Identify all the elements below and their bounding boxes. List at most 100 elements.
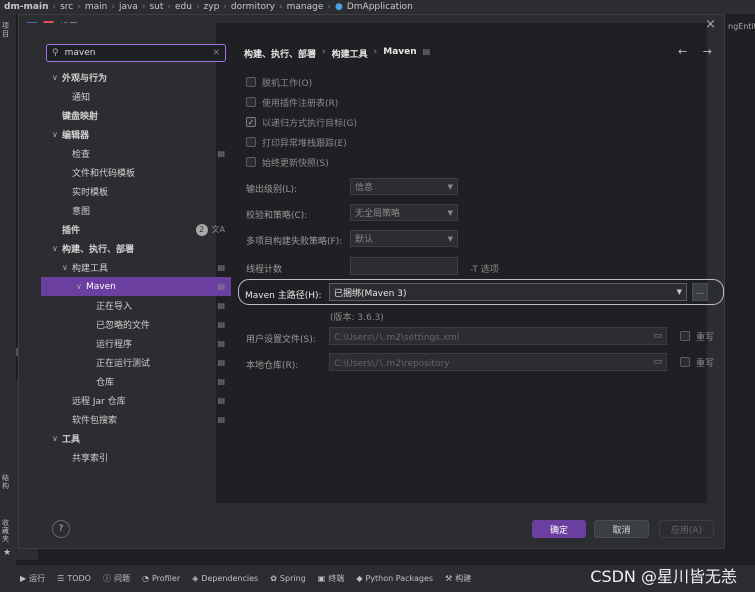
tree-item[interactable]: 键盘映射 (41, 106, 231, 125)
breadcrumb-item[interactable]: dm-main (4, 2, 49, 12)
build-icon: ⚒ (445, 574, 453, 583)
tree-item[interactable]: 运行程序 ▤ (41, 334, 231, 353)
chevron-down-icon[interactable]: ∨ (52, 244, 62, 253)
project-scope-icon: ▤ (422, 47, 431, 56)
problems-tool-button[interactable]: ⓘ 问题 (103, 573, 130, 584)
tree-item[interactable]: 实时模板 (41, 182, 231, 201)
chevron-down-icon[interactable]: ∨ (62, 263, 72, 272)
project-scope-icon: ▤ (217, 282, 225, 291)
favorites-tool-label[interactable]: 收藏夹 (2, 519, 12, 543)
chevron-down-icon[interactable]: ∨ (52, 73, 62, 82)
watermark: CSDN @星川皆无恙 (590, 567, 737, 586)
user-settings-label: 用户设置文件(S): (246, 335, 316, 345)
ok-button[interactable]: 确定 (532, 520, 586, 538)
dependencies-tool-button[interactable]: ◈ Dependencies (192, 574, 258, 583)
local-repo-input[interactable]: C:\Users\八.m2\repository ▭ (329, 353, 667, 371)
tree-item[interactable]: ∨ 构建、执行、部署 (41, 239, 231, 258)
recursive-goals-checkbox[interactable]: ✓ 以递归方式执行目标(G) (246, 114, 357, 130)
run-icon: ▶ (20, 574, 27, 583)
work-offline-checkbox[interactable]: 脱机工作(O) (246, 74, 312, 90)
tree-item-label: 工具 (62, 435, 81, 445)
breadcrumb-item[interactable]: sut (149, 2, 163, 12)
breadcrumb-item[interactable]: DmApplication (347, 2, 413, 12)
tree-item[interactable]: 意图 (41, 201, 231, 220)
structure-tool-label[interactable]: 结构 (2, 474, 12, 490)
clear-search-icon[interactable]: × (212, 48, 220, 58)
multiproject-failure-select[interactable]: 默认 ▼ (350, 230, 458, 247)
tree-item[interactable]: 文件和代码模板 (41, 163, 231, 182)
breadcrumb-item[interactable]: zyp (204, 2, 220, 12)
chevron-down-icon[interactable]: ∨ (76, 282, 86, 291)
build-tool-button[interactable]: ⚒ 构建 (445, 573, 471, 584)
tree-item[interactable]: 已忽略的文件 ▤ (41, 315, 231, 334)
tree-item-label: 已忽略的文件 (96, 321, 151, 331)
breadcrumb-item[interactable]: java (119, 2, 138, 12)
project-scope-icon: ▤ (217, 320, 225, 329)
history-nav-icon[interactable]: ← → (678, 45, 718, 58)
maven-home-select[interactable]: 已捆绑(Maven 3) ▼ (329, 283, 687, 301)
tree-item-label: 仓库 (96, 378, 115, 388)
folder-icon[interactable]: ▭ (653, 331, 662, 341)
tree-item-label: 实时模板 (72, 188, 109, 198)
tree-item[interactable]: 检查 ▤ (41, 144, 231, 163)
settings-breadcrumb: 构建、执行、部署 › 构建工具 › Maven ▤ (244, 47, 431, 60)
tree-item[interactable]: ∨ 构建工具 ▤ (41, 258, 231, 277)
maven-home-label: Maven 主路径(H): (245, 291, 322, 301)
tree-item[interactable]: ∨ 编辑器 (41, 125, 231, 144)
breadcrumb-item[interactable]: main (85, 2, 108, 12)
tree-item[interactable]: ∨ 外观与行为 (41, 68, 231, 87)
override-repo-checkbox[interactable]: 重写 (680, 354, 714, 370)
checkbox-box (246, 77, 256, 87)
profiler-icon: ◔ (141, 574, 149, 583)
todo-tool-button[interactable]: ☰ TODO (57, 574, 91, 583)
update-snapshots-checkbox[interactable]: 始终更新快照(S) (246, 154, 329, 170)
maven-version-text: (版本: 3.6.3) (330, 313, 384, 323)
cancel-button[interactable]: 取消 (594, 520, 649, 538)
print-stacktrace-checkbox[interactable]: 打印异常堆栈跟踪(E) (246, 134, 347, 150)
folder-icon[interactable]: ▭ (653, 357, 662, 367)
user-settings-input[interactable]: C:\Users\八.m2\settings.xml ▭ (329, 327, 667, 345)
chevron-down-icon[interactable]: ∨ (52, 434, 62, 443)
chevron-down-icon[interactable]: ∨ (52, 130, 62, 139)
tree-item[interactable]: ∨ 工具 (41, 429, 231, 448)
breadcrumb-item[interactable]: dormitory (231, 2, 275, 12)
tree-item[interactable]: 通知 (41, 87, 231, 106)
crumb-item[interactable]: 构建工具 (332, 47, 368, 60)
checkmark-icon: ✓ (246, 117, 256, 127)
tree-item[interactable]: 正在运行测试 ▤ (41, 353, 231, 372)
python-packages-tool-button[interactable]: ◆ Python Packages (356, 574, 433, 583)
checksum-policy-select[interactable]: 无全局策略 ▼ (350, 204, 458, 221)
tree-item[interactable]: 远程 Jar 仓库 ▤ (41, 391, 231, 410)
tree-item[interactable]: ∨ Maven ▤ (41, 277, 231, 296)
tree-item[interactable]: 软件包搜索 ▤ (41, 410, 231, 429)
project-tool-label[interactable]: 项目 (2, 22, 12, 38)
tree-item[interactable]: 仓库 ▤ (41, 372, 231, 391)
layers-icon: ◈ (192, 574, 199, 583)
override-settings-checkbox[interactable]: 重写 (680, 328, 714, 344)
output-level-select[interactable]: 信息 ▼ (350, 178, 458, 195)
tree-item[interactable]: 正在导入 ▤ (41, 296, 231, 315)
help-button[interactable]: ? (52, 520, 70, 538)
tree-item-label: 外观与行为 (62, 74, 108, 84)
tree-item[interactable]: 插件 2 文A (41, 220, 231, 239)
tree-item-label: 意图 (72, 207, 91, 217)
tree-item[interactable]: 共享索引 (41, 448, 231, 467)
star-icon[interactable]: ★ (3, 548, 11, 558)
crumb-item[interactable]: 构建、执行、部署 (244, 47, 316, 60)
terminal-tool-button[interactable]: ▣ 终端 (318, 573, 345, 584)
plugin-registry-checkbox[interactable]: 使用插件注册表(R) (246, 94, 338, 110)
editor-tab-peek[interactable]: ngEntit (728, 22, 755, 31)
apply-button[interactable]: 应用(A) (659, 520, 714, 538)
output-level-label: 输出级别(L): (246, 185, 298, 195)
run-tool-button[interactable]: ▶ 运行 (20, 573, 45, 584)
breadcrumb-item[interactable]: manage (287, 2, 324, 12)
spring-tool-button[interactable]: ✿ Spring (270, 574, 306, 583)
chevron-down-icon: ▼ (447, 234, 453, 243)
profiler-tool-button[interactable]: ◔ Profiler (142, 574, 180, 583)
local-repo-label: 本地仓库(R): (246, 361, 299, 371)
breadcrumb-item[interactable]: edu (175, 2, 192, 12)
settings-search-input[interactable]: ⚲ maven × (46, 44, 226, 62)
browse-maven-home-button[interactable]: ... (692, 283, 708, 301)
breadcrumb-item[interactable]: src (60, 2, 73, 12)
thread-count-input[interactable] (350, 257, 458, 275)
